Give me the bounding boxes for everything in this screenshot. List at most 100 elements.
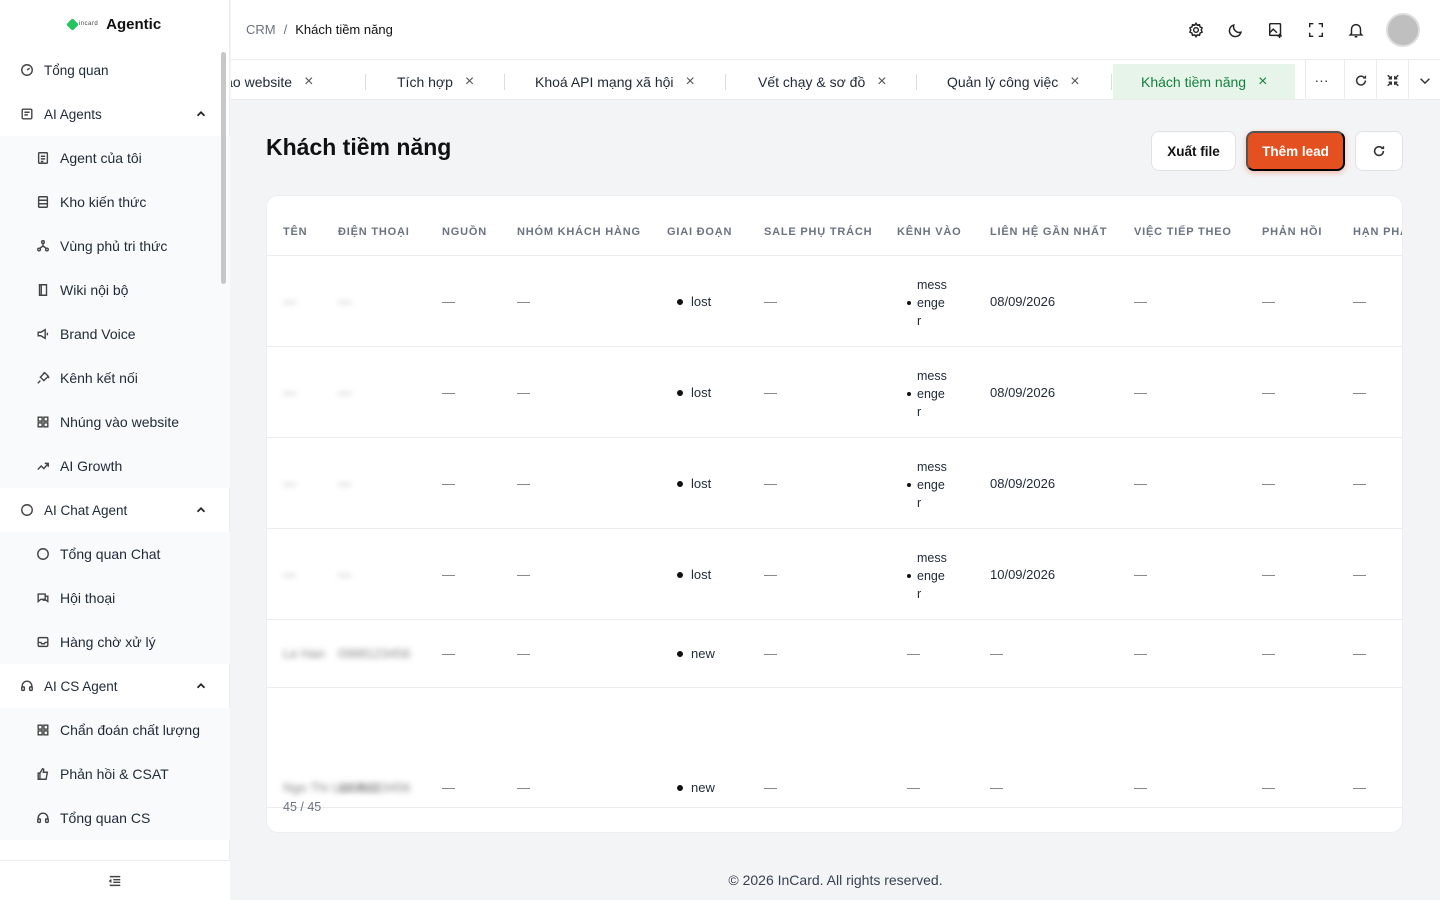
shrink-tab-button[interactable] [1376, 60, 1408, 99]
tab-label: Khách tiềm năng [1141, 74, 1247, 90]
sidebar-scrollbar[interactable] [221, 52, 226, 284]
sidebar-item[interactable]: Vùng phủ tri thức [0, 224, 230, 268]
table-row[interactable]: — — — — lost — messenger 08/09/2026 — — — [267, 438, 1402, 529]
user-avatar[interactable] [1386, 13, 1420, 47]
sidebar-item[interactable]: Nhúng vào website [0, 400, 230, 444]
cell-deadline: — [1353, 780, 1366, 795]
sidebar-item-label: Chẩn đoán chất lượng [60, 722, 200, 738]
cell-channel: — [907, 780, 920, 795]
channel-dot-icon [907, 483, 911, 487]
tab-nhung-vao-website[interactable]: Nhúng vào website × [231, 64, 313, 99]
breadcrumb-separator: / [283, 22, 288, 37]
cell-stage: lost [677, 476, 711, 491]
tab-quan-ly-cong-viec[interactable]: Quản lý công việc × [947, 64, 1080, 99]
app-logo[interactable]: incard Agentic [0, 0, 229, 48]
cell-group: — [517, 646, 530, 661]
stage-label: lost [691, 567, 712, 582]
col-header-reply[interactable]: PHẢN HỒI [1262, 226, 1322, 238]
sidebar-item[interactable]: Brand Voice [0, 312, 230, 356]
col-header-stage[interactable]: GIAI ĐOẠN [667, 226, 732, 238]
sidebar-item-label: Tổng quan [44, 62, 109, 78]
table-row[interactable]: Ngo Thi Lan Anh 0398123456— — new — — — — — — [267, 688, 1402, 808]
sidebar-item[interactable]: Kênh kết nối [0, 356, 230, 400]
table-row[interactable]: — — — — lost — messenger 10/09/2026 — — — [267, 529, 1402, 620]
cell-sale: — [764, 646, 777, 661]
refresh-button[interactable] [1355, 131, 1403, 171]
close-tab-icon[interactable]: × [465, 73, 474, 91]
reload-tab-button[interactable] [1344, 60, 1376, 99]
chevron-up-icon[interactable] [194, 679, 208, 693]
export-file-button[interactable]: Xuất file [1151, 131, 1236, 171]
cell-source: — [442, 476, 455, 491]
sidebar-item[interactable]: Chẩn đoán chất lượng [0, 708, 230, 752]
stage-label: new [691, 780, 715, 795]
sidebar-item-label: Agent của tôi [60, 150, 142, 166]
col-header-group[interactable]: NHÓM KHÁCH HÀNG [517, 226, 641, 238]
tab-vet-chay[interactable]: Vết chạy & sơ đồ × [758, 64, 887, 99]
sidebar-item[interactable]: AI Agents [0, 92, 230, 136]
col-header-next-task[interactable]: VIỆC TIẾP THEO [1134, 226, 1232, 238]
sidebar-item-label: Tổng quan Chat [60, 546, 161, 562]
chevron-up-icon[interactable] [194, 503, 208, 517]
channel-label: messenger [917, 278, 947, 328]
cell-next: — [1134, 780, 1147, 795]
dashboard-icon [20, 63, 34, 77]
sidebar-item[interactable]: Hàng chờ xử lý [0, 620, 230, 664]
col-header-channel[interactable]: KÊNH VÀO [897, 226, 961, 238]
channel-label: messenger [917, 460, 947, 510]
fullscreen-icon[interactable] [1306, 20, 1326, 40]
col-header-name[interactable]: TÊN [283, 226, 307, 238]
tab-tich-hop[interactable]: Tích hợp × [397, 64, 474, 99]
sidebar-item[interactable]: AI Chat Agent [0, 488, 230, 532]
sidebar-item[interactable]: Hội thoại [0, 576, 230, 620]
close-tab-icon[interactable]: × [304, 73, 313, 91]
sidebar-item[interactable]: Tổng quan CS [0, 796, 230, 840]
sidebar-item[interactable]: Agent của tôi [0, 136, 230, 180]
notification-bell-icon[interactable] [1346, 20, 1366, 40]
cell-last-contact: 08/09/2026 [990, 294, 1056, 309]
sidebar-item[interactable]: Phản hồi & CSAT [0, 752, 230, 796]
sidebar-item[interactable]: Kho kiến thức [0, 180, 230, 224]
col-header-sale[interactable]: SALE PHỤ TRÁCH [764, 226, 872, 238]
plug-icon [36, 371, 50, 385]
sidebar-item-label: Tổng quan CS [60, 810, 151, 826]
table-row[interactable]: — — — — lost — messenger 08/09/2026 — — — [267, 256, 1402, 347]
tab-khach-tiem-nang[interactable]: Khách tiềm năng × [1113, 64, 1296, 99]
collapse-menu-icon [108, 874, 122, 888]
sidebar-item[interactable]: Wiki nội bộ [0, 268, 230, 312]
image-add-icon[interactable] [1266, 20, 1286, 40]
table-row[interactable]: — — — — lost — messenger 08/09/2026 — — — [267, 347, 1402, 438]
page-title: Khách tiềm năng [266, 134, 452, 160]
close-tab-icon[interactable]: × [877, 73, 886, 91]
tab-bar: Nhúng vào website × Tích hợp × Khoá API … [231, 60, 1440, 100]
close-tab-icon[interactable]: × [1070, 73, 1079, 91]
col-header-source[interactable]: NGUỒN [442, 226, 487, 238]
close-tab-icon[interactable]: × [686, 73, 695, 91]
more-tabs-button[interactable]: ··· [1305, 60, 1337, 99]
cell-last-contact: 08/09/2026 [990, 385, 1056, 400]
compress-icon [1386, 73, 1400, 87]
channel-label: messenger [917, 369, 947, 419]
sidebar-item[interactable]: Tổng quan Chat [0, 532, 230, 576]
sidebar-item[interactable]: Tổng quan [0, 48, 230, 92]
chevron-up-icon[interactable] [194, 107, 208, 121]
tab-dropdown-button[interactable] [1408, 60, 1440, 99]
col-header-deadline[interactable]: HẠN PHẢN HỒI [1353, 226, 1402, 238]
breadcrumb-crm[interactable]: CRM [246, 22, 276, 37]
tab-khoa-api[interactable]: Khoá API mạng xã hội × [535, 64, 695, 99]
sidebar-item[interactable]: AI CS Agent [0, 664, 230, 708]
agent-icon [36, 151, 50, 165]
table-row[interactable]: Le Han 0988123456 — — new — — — — — — [267, 620, 1402, 688]
settings-gear-icon[interactable] [1186, 20, 1206, 40]
dark-mode-moon-icon[interactable] [1226, 20, 1246, 40]
sidebar-item[interactable]: AI Growth [0, 444, 230, 488]
close-tab-icon[interactable]: × [1258, 73, 1267, 91]
conversation-icon [36, 591, 50, 605]
cell-channel: messenger [907, 276, 947, 330]
add-lead-button[interactable]: Thêm lead [1246, 131, 1345, 171]
sidebar-collapse-button[interactable] [0, 860, 230, 900]
col-header-last-contact[interactable]: LIÊN HỆ GẦN NHẤT [990, 226, 1107, 238]
cell-channel: messenger [907, 458, 947, 512]
inbox-icon [36, 635, 50, 649]
col-header-phone[interactable]: ĐIỆN THOẠI [338, 226, 410, 238]
